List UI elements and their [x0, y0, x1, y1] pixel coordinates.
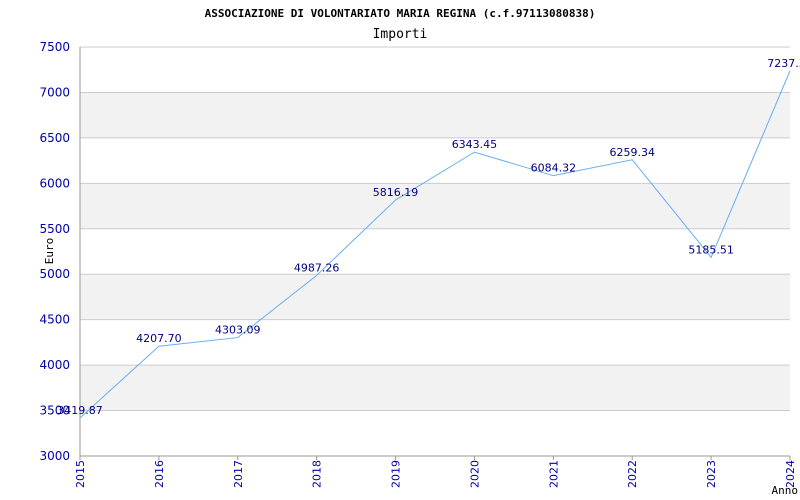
data-label: 4207.70	[136, 332, 182, 345]
data-label: 6084.32	[531, 162, 577, 175]
x-tick-label: 2016	[153, 460, 166, 488]
y-tick-label: 3000	[39, 449, 70, 463]
x-tick-label: 2019	[390, 460, 403, 488]
plot-band	[80, 183, 790, 229]
y-tick-label: 7500	[39, 40, 70, 54]
y-tick-label: 6000	[39, 176, 70, 190]
data-label: 5185.51	[688, 243, 734, 256]
y-axis-label: Euro	[43, 238, 56, 265]
chart-subtitle: Importi	[373, 27, 428, 42]
x-axis-label: Anno	[772, 484, 799, 497]
chart-title: ASSOCIAZIONE DI VOLONTARIATO MARIA REGIN…	[205, 7, 596, 20]
x-tick-label: 2022	[626, 460, 639, 488]
data-label: 3419.87	[57, 404, 103, 417]
x-tick-label: 2015	[74, 460, 87, 488]
y-tick-label: 5000	[39, 267, 70, 281]
plot-band	[80, 274, 790, 320]
x-tick-label: 2023	[705, 460, 718, 488]
x-tick-label: 2017	[232, 460, 245, 488]
x-tick-label: 2018	[311, 460, 324, 488]
plot-band	[80, 92, 790, 138]
y-tick-label: 4000	[39, 358, 70, 372]
y-tick-label: 4500	[39, 313, 70, 327]
data-label: 6259.34	[609, 146, 655, 159]
y-tick-label: 7000	[39, 85, 70, 99]
x-tick-labels: 2015 2016 2017 2018 2019 2020 2021 2022 2023 2024	[74, 456, 797, 488]
y-tick-label: 6500	[39, 131, 70, 145]
x-tick-label: 2021	[547, 460, 560, 488]
plot-band	[80, 365, 790, 411]
data-label: 4987.26	[294, 261, 340, 274]
data-label: 7237.33	[767, 57, 800, 70]
x-tick-label: 2020	[468, 460, 481, 488]
data-label: 4303.09	[215, 324, 261, 337]
data-label: 5816.19	[373, 186, 419, 199]
data-label: 6343.45	[452, 138, 498, 151]
line-chart: 3000350040004500500055006000650070007500…	[39, 7, 800, 497]
plot-bands	[80, 92, 790, 411]
y-tick-label: 5500	[39, 222, 70, 236]
